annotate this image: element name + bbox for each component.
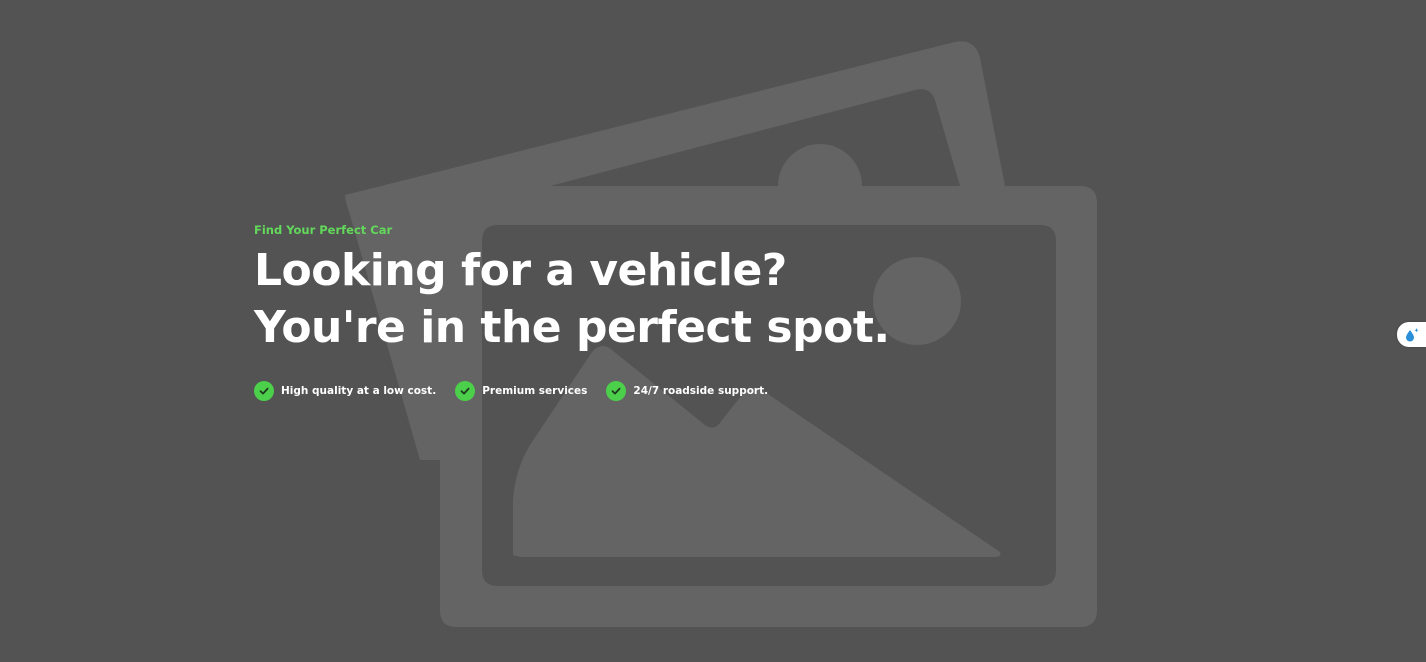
side-widget-button[interactable] bbox=[1397, 322, 1426, 347]
headline-line-1: Looking for a vehicle? bbox=[254, 245, 787, 296]
feature-label: Premium services bbox=[482, 385, 588, 397]
headline-line-2: You're in the perfect spot. bbox=[254, 302, 890, 353]
check-icon bbox=[455, 381, 476, 401]
hero-headline: Looking for a vehicle? You're in the per… bbox=[254, 242, 890, 356]
hero-eyebrow: Find Your Perfect Car bbox=[254, 223, 393, 237]
feature-label: 24/7 roadside support. bbox=[633, 385, 769, 397]
feature-item-support: 24/7 roadside support. bbox=[606, 381, 768, 401]
water-drop-sparkle-icon bbox=[1405, 327, 1419, 341]
check-icon bbox=[606, 381, 627, 401]
feature-item-premium: Premium services bbox=[455, 381, 587, 401]
feature-label: High quality at a low cost. bbox=[281, 385, 437, 397]
feature-list: High quality at a low cost. Premium serv… bbox=[254, 381, 890, 401]
hero-section: Find Your Perfect Car Looking for a vehi… bbox=[254, 222, 890, 401]
check-icon bbox=[254, 381, 274, 401]
feature-item-quality: High quality at a low cost. bbox=[254, 381, 436, 401]
